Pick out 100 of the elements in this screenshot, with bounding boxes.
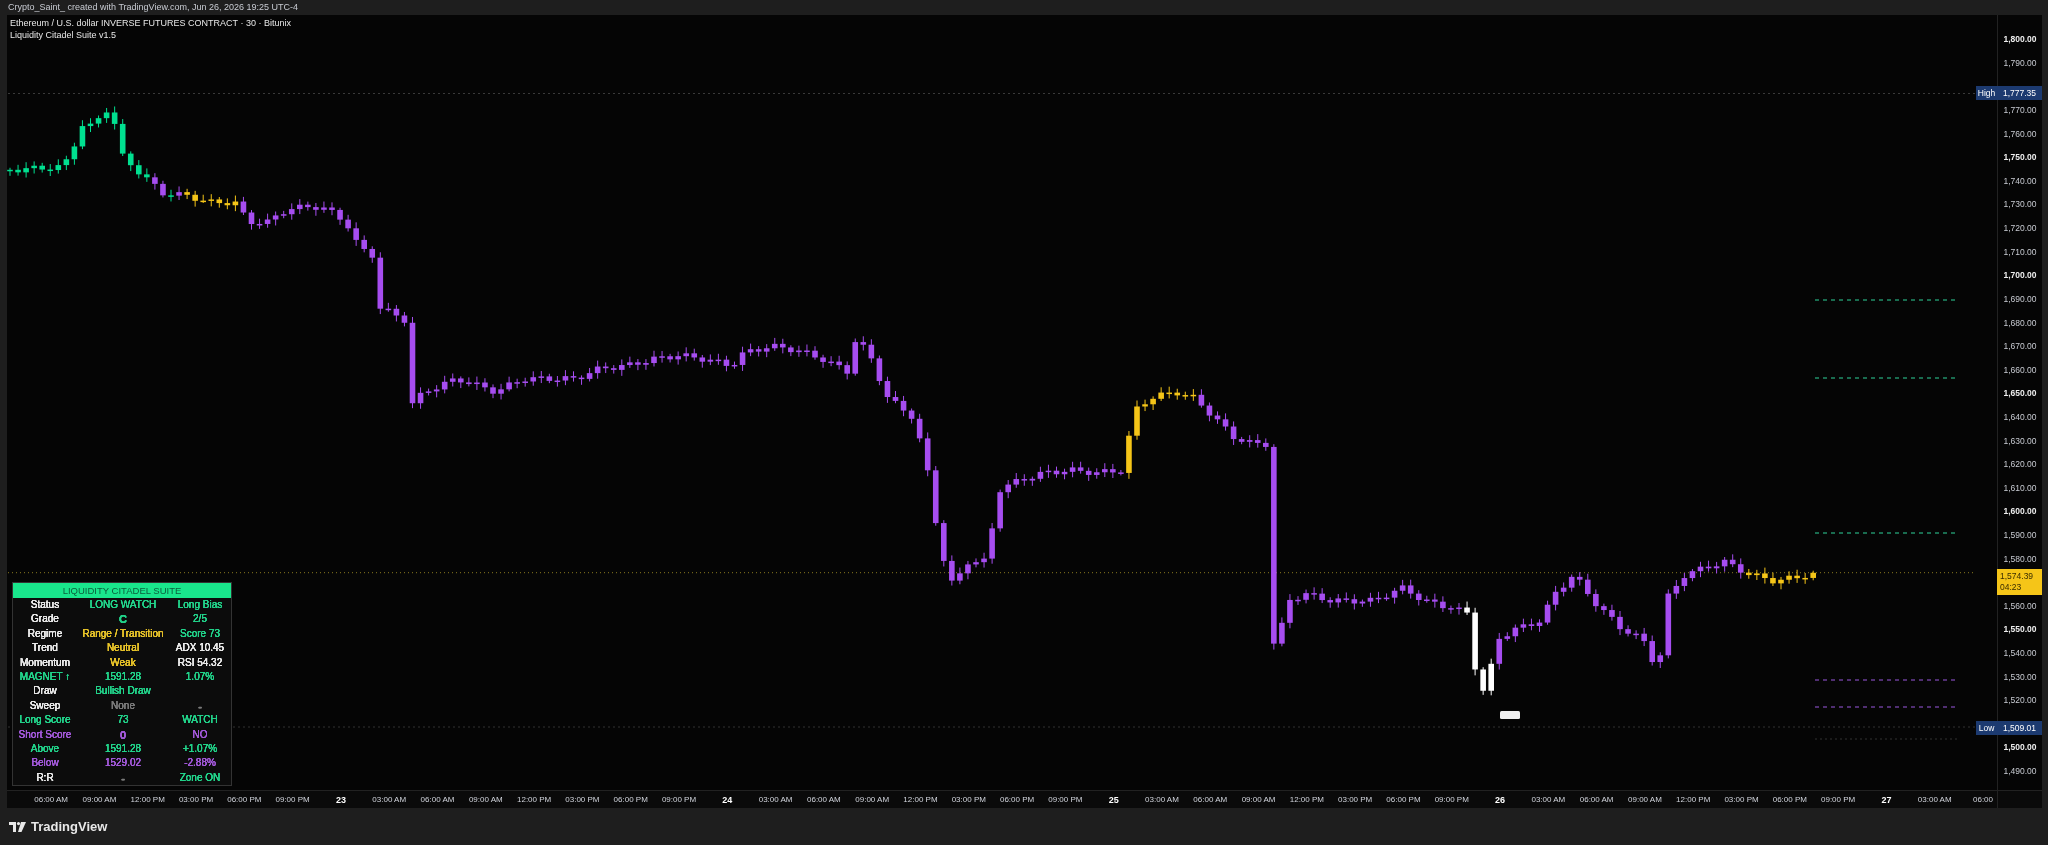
time-label: 09:00 PM xyxy=(661,795,697,804)
table-cell-text: 1591.28 xyxy=(103,669,143,684)
time-label: 26 xyxy=(1495,794,1506,805)
table-cell-text: WATCH xyxy=(181,713,219,728)
time-label: 25 xyxy=(1108,794,1119,805)
price-label: 1,740.00 xyxy=(2002,174,2038,188)
time-label: 03:00 AM xyxy=(758,795,793,804)
table-cell-text: Weak xyxy=(109,655,137,670)
table-cell-text: 73 xyxy=(116,713,130,728)
table-cell-text: RSI 54.32 xyxy=(176,655,224,670)
price-label: 1,680.00 xyxy=(2002,316,2038,330)
time-label: 24 xyxy=(722,794,733,805)
time-label: 06:00 AM xyxy=(1193,795,1228,804)
time-label: 09:00 AM xyxy=(1628,795,1662,804)
time-label: 09:00 PM xyxy=(1048,795,1083,804)
time-label: 03:00 PM xyxy=(1724,795,1759,804)
time-label: 09:00 PM xyxy=(1821,795,1856,804)
time-label: 23 xyxy=(335,794,346,805)
time-label: 06:00 PM xyxy=(999,795,1035,804)
table-cell-text: Long Score xyxy=(18,713,72,728)
table-cell-text: - xyxy=(197,698,203,714)
table-cell-text: Long Bias xyxy=(176,598,224,612)
table-title: LIQUIDITY CITADEL SUITE xyxy=(13,583,231,598)
time-label: 06:00 AM xyxy=(1579,795,1614,804)
symbol-title: Ethereum / U.S. dollar INVERSE FUTURES CONTRACT · 30 · Bitunix xyxy=(10,18,291,29)
table-cell-text: 2/5 xyxy=(192,612,208,627)
table-cell-text: Neutral xyxy=(105,641,141,656)
price-label: 1,630.00 xyxy=(2002,434,2038,448)
time-label: 06:00 PM xyxy=(1386,795,1421,804)
time-label: 03:00 AM xyxy=(1145,795,1179,804)
price-label: 1,530.00 xyxy=(2002,670,2038,684)
time-label: 06:00 PM xyxy=(613,795,648,804)
tag-marker xyxy=(1500,711,1520,719)
table-cell-text: Zone ON xyxy=(178,770,222,785)
price-label: 1,490.00 xyxy=(2002,765,2038,779)
price-label: 1,770.00 xyxy=(2002,104,2038,117)
table-cell-text: Regime xyxy=(26,626,64,641)
table-cell-text: NO xyxy=(191,727,209,742)
price-label: 1,730.00 xyxy=(2002,198,2038,212)
time-label: 27 xyxy=(1881,794,1892,805)
table-cell-text: +1.07% xyxy=(181,741,219,756)
logo-icon xyxy=(9,821,26,832)
time-label: 09:00 AM xyxy=(855,795,890,804)
table-cell-text: Sweep xyxy=(28,698,62,713)
table-cell-text: ADX 10.45 xyxy=(174,641,226,656)
time-label: 03:00 AM xyxy=(1917,795,1952,804)
price-label: 1,720.00 xyxy=(2002,222,2038,236)
price-label: 1,580.00 xyxy=(2002,552,2038,566)
time-label: 06:00 PM xyxy=(227,795,262,804)
marker-price: 1,777.35 xyxy=(2001,88,2038,99)
time-label: 09:00 AM xyxy=(1241,795,1276,804)
price-label: 1,700.00 xyxy=(2002,269,2038,283)
price-label: 1,660.00 xyxy=(2002,363,2038,377)
table-cell-text: R:R xyxy=(35,770,55,785)
price-label: 1,550.00 xyxy=(2002,623,2038,637)
table-cell-text: 1591.28 xyxy=(103,741,143,756)
price-label: 1,560.00 xyxy=(2002,599,2038,613)
table-cell-text: - xyxy=(120,770,126,786)
brand-name: TradingView xyxy=(31,819,108,834)
table-cell-text: 0 xyxy=(118,727,128,742)
table-cell-text: Above xyxy=(29,741,61,756)
price-label: 1,500.00 xyxy=(2002,741,2038,755)
price-label: 1,760.00 xyxy=(2002,127,2038,141)
chart-caption: Crypto_Saint_ created with TradingView.com, Jun 26, 2026 19:25 UTC-4 xyxy=(7,1,299,14)
indicator-title: Liquidity Citadel Suite v1.5 xyxy=(10,30,118,41)
time-label: 09:00 AM xyxy=(82,795,117,804)
table-cell-text: -2.88% xyxy=(183,756,217,771)
price-label: 1,640.00 xyxy=(2002,410,2038,424)
price-label: 1,750.00 xyxy=(2002,151,2038,165)
time-label: 12:00 PM xyxy=(903,795,938,804)
time-label: 06:00 xyxy=(1973,795,1994,804)
table-cell-text: Trend xyxy=(31,641,59,656)
table-cell-text: MAGNET ↑ xyxy=(18,669,72,684)
price-label: 1,600.00 xyxy=(2002,505,2038,519)
table-cell-text: Bullish Draw xyxy=(94,684,152,699)
table-cell-text: Draw xyxy=(32,684,58,699)
price-label: 1,800.00 xyxy=(2002,33,2038,47)
price-label: 1,620.00 xyxy=(2002,458,2038,472)
price-label: 1,690.00 xyxy=(2002,292,2038,306)
table-cell-text: 1.07% xyxy=(184,669,216,684)
table-cell-text: Status xyxy=(29,598,61,612)
table-cell-text: None xyxy=(110,698,136,713)
time-label: 03:00 PM xyxy=(1338,795,1373,804)
countdown: 04:23 xyxy=(2000,582,2022,594)
price-label: 1,610.00 xyxy=(2002,481,2038,495)
time-label: 12:00 PM xyxy=(1676,795,1711,804)
time-label: 03:00 PM xyxy=(951,795,986,804)
table-cell-text: Grade xyxy=(30,612,60,627)
table-cell-text: Below xyxy=(30,756,60,771)
table-cell-text: 1529.02 xyxy=(103,756,143,771)
time-label: 06:00 AM xyxy=(420,795,455,804)
table-cell-text: LONG WATCH xyxy=(88,598,158,612)
time-label: 06:00 AM xyxy=(807,795,841,804)
table-cell-text: Short Score xyxy=(17,727,73,742)
time-label: 03:00 PM xyxy=(178,795,214,804)
time-label: 09:00 AM xyxy=(468,795,503,804)
marker-label: High xyxy=(1976,88,1997,99)
marker-price: 1,574.39 xyxy=(2000,571,2034,583)
table-cell-text: Score 73 xyxy=(179,626,221,641)
time-label: 03:00 AM xyxy=(1531,795,1566,804)
